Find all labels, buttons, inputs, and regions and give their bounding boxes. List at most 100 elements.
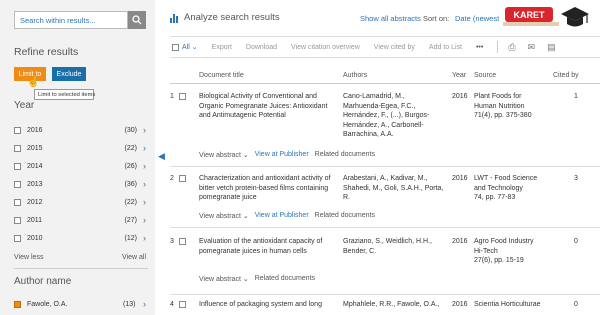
chevron-right-icon[interactable]: › — [143, 125, 146, 135]
author-line: Graziano, S., Weidlich, H.H., — [343, 238, 432, 245]
year-count: (22) — [124, 198, 137, 206]
chevron-right-icon[interactable]: › — [143, 143, 146, 153]
row-divider — [170, 294, 600, 295]
year-filter-row[interactable]: 2013 (36) › — [14, 177, 154, 191]
search-within-input[interactable]: Search within results... — [14, 11, 128, 29]
analyze-results-link[interactable]: Analyze search results — [170, 12, 280, 23]
select-all-dropdown[interactable]: All ⌄ — [172, 43, 198, 51]
cited-by-cell[interactable]: 1 — [574, 92, 578, 102]
year-label: 2010 — [27, 234, 43, 242]
cited-by-cell[interactable]: 0 — [574, 300, 578, 310]
view-at-publisher-link[interactable]: View at Publisher — [255, 212, 309, 220]
year-filter-row[interactable]: 2011 (27) › — [14, 213, 154, 227]
year-filter-row[interactable]: 2012 (22) › — [14, 195, 154, 209]
year-filter-row[interactable]: 2010 (12) › — [14, 231, 154, 245]
refine-sidebar: Search within results... Refine results … — [0, 0, 155, 315]
year-filter-row[interactable]: 2016 (30) › — [14, 123, 154, 137]
search-button[interactable] — [128, 11, 146, 29]
chevron-right-icon[interactable]: › — [143, 197, 146, 207]
more-options-button[interactable]: ••• — [476, 44, 483, 51]
col-cited-by[interactable]: Cited by — [553, 72, 579, 79]
citation-overview-button[interactable]: View citation overview — [291, 44, 360, 51]
view-cited-by-button[interactable]: View cited by — [374, 44, 415, 51]
checkbox[interactable] — [14, 180, 21, 188]
exclude-button[interactable]: Exclude — [52, 67, 86, 81]
view-all-link[interactable]: View all — [122, 254, 146, 261]
chevron-right-icon[interactable]: › — [143, 161, 146, 171]
year-filter-row[interactable]: 2015 (22) › — [14, 141, 154, 155]
add-to-list-button[interactable]: Add to List — [429, 44, 462, 51]
author-line: Shahedi, M., Goli, S.A.H., Porta, — [343, 184, 444, 192]
year-filter-row[interactable]: 2014 (26) › — [14, 159, 154, 173]
col-source[interactable]: Source — [474, 72, 496, 79]
checkbox[interactable] — [14, 162, 21, 170]
source-line: 74, pp. 77-83 — [474, 194, 516, 201]
related-documents-link[interactable]: Related documents — [255, 275, 315, 283]
checkbox[interactable] — [178, 238, 186, 246]
document-title-link[interactable]: Biological Activity of Conventional and … — [199, 92, 339, 121]
cited-by-cell[interactable]: 3 — [574, 174, 578, 184]
email-icon[interactable]: ✉ — [528, 42, 536, 53]
chevron-right-icon[interactable]: › — [143, 233, 146, 243]
source-cell[interactable]: LWT - Food Science and Technology 74, pp… — [474, 174, 554, 203]
view-abstract-link[interactable]: View abstract ⌄ — [199, 212, 249, 220]
divider — [14, 268, 148, 269]
title-line: Organic Pomegranate Juices: Antioxidant — [199, 102, 328, 110]
year-cell: 2016 — [452, 238, 468, 245]
author-count: (13) — [123, 300, 136, 308]
view-less-link[interactable]: View less — [14, 254, 43, 261]
related-documents-link[interactable]: Related documents — [315, 151, 375, 159]
checkbox[interactable] — [178, 301, 186, 309]
view-abstract-link[interactable]: View abstract ⌄ — [199, 275, 249, 283]
source-cell[interactable]: Agro Food Industry Hi-Tech 27(6), pp. 15… — [474, 237, 554, 266]
results-table-header: Document title Authors Year Source Cited… — [170, 70, 600, 84]
results-panel: Analyze search results Show all abstract… — [170, 0, 600, 315]
sort-select[interactable]: Date (newest — [455, 10, 503, 26]
col-document-title[interactable]: Document title — [199, 72, 244, 79]
year-cell: 2016 — [452, 301, 468, 308]
checkbox[interactable] — [14, 126, 21, 134]
show-all-abstracts-link[interactable]: Show all abstracts — [360, 14, 421, 23]
checkbox[interactable] — [178, 175, 186, 183]
download-button[interactable]: Download — [246, 44, 277, 51]
view-abstract-label: View abstract — [199, 276, 241, 283]
document-title-link[interactable]: Influence of packaging system and long — [199, 300, 344, 310]
collapse-sidebar-icon[interactable]: ◀ — [158, 151, 165, 162]
view-abstract-label: View abstract — [199, 152, 241, 159]
document-title-link[interactable]: Evaluation of the antioxidant capacity o… — [199, 237, 344, 256]
bibliography-icon[interactable]: ▤ — [547, 42, 556, 53]
year-label: 2014 — [27, 162, 43, 170]
year-label: 2013 — [27, 180, 43, 188]
refine-results-heading: Refine results — [14, 46, 79, 58]
print-icon[interactable]: ⎙ — [508, 42, 515, 53]
related-documents-link[interactable]: Related documents — [315, 212, 375, 220]
row-links: View abstract ⌄ View at Publisher Relate… — [199, 212, 375, 220]
view-abstract-link[interactable]: View abstract ⌄ — [199, 151, 249, 159]
chevron-right-icon[interactable]: › — [143, 179, 146, 189]
checkbox-checked[interactable] — [14, 300, 21, 308]
export-button[interactable]: Export — [212, 44, 232, 51]
source-cell[interactable]: Scientia Horticulturae — [474, 300, 554, 310]
checkbox[interactable] — [14, 144, 21, 152]
chevron-right-icon[interactable]: › — [143, 215, 146, 225]
source-line: LWT - Food Science — [474, 175, 538, 182]
checkbox[interactable] — [14, 234, 21, 242]
chevron-right-icon[interactable]: › — [143, 299, 146, 309]
authors-cell: Arabestani, A., Kadivar, M., Shahedi, M.… — [343, 174, 451, 203]
karet-logo: KARET — [505, 7, 553, 22]
checkbox[interactable] — [14, 216, 21, 224]
col-authors[interactable]: Authors — [343, 72, 367, 79]
table-row: 2 Characterization and antioxidant activ… — [170, 174, 600, 224]
source-cell[interactable]: Plant Foods for Human Nutrition 71(4), p… — [474, 92, 549, 121]
col-year[interactable]: Year — [452, 72, 466, 79]
row-number: 3 — [170, 237, 186, 247]
year-view-links: View less View all — [14, 254, 146, 261]
view-at-publisher-link[interactable]: View at Publisher — [255, 151, 309, 159]
checkbox[interactable] — [172, 43, 179, 51]
author-filter-row[interactable]: Fawole, O.A. (13) › — [14, 299, 154, 309]
checkbox[interactable] — [14, 198, 21, 206]
document-title-link[interactable]: Characterization and antioxidant activit… — [199, 174, 344, 203]
checkbox[interactable] — [178, 93, 186, 101]
title-line: and Antimutagenic Potential — [199, 112, 286, 119]
cited-by-cell[interactable]: 0 — [574, 237, 578, 247]
